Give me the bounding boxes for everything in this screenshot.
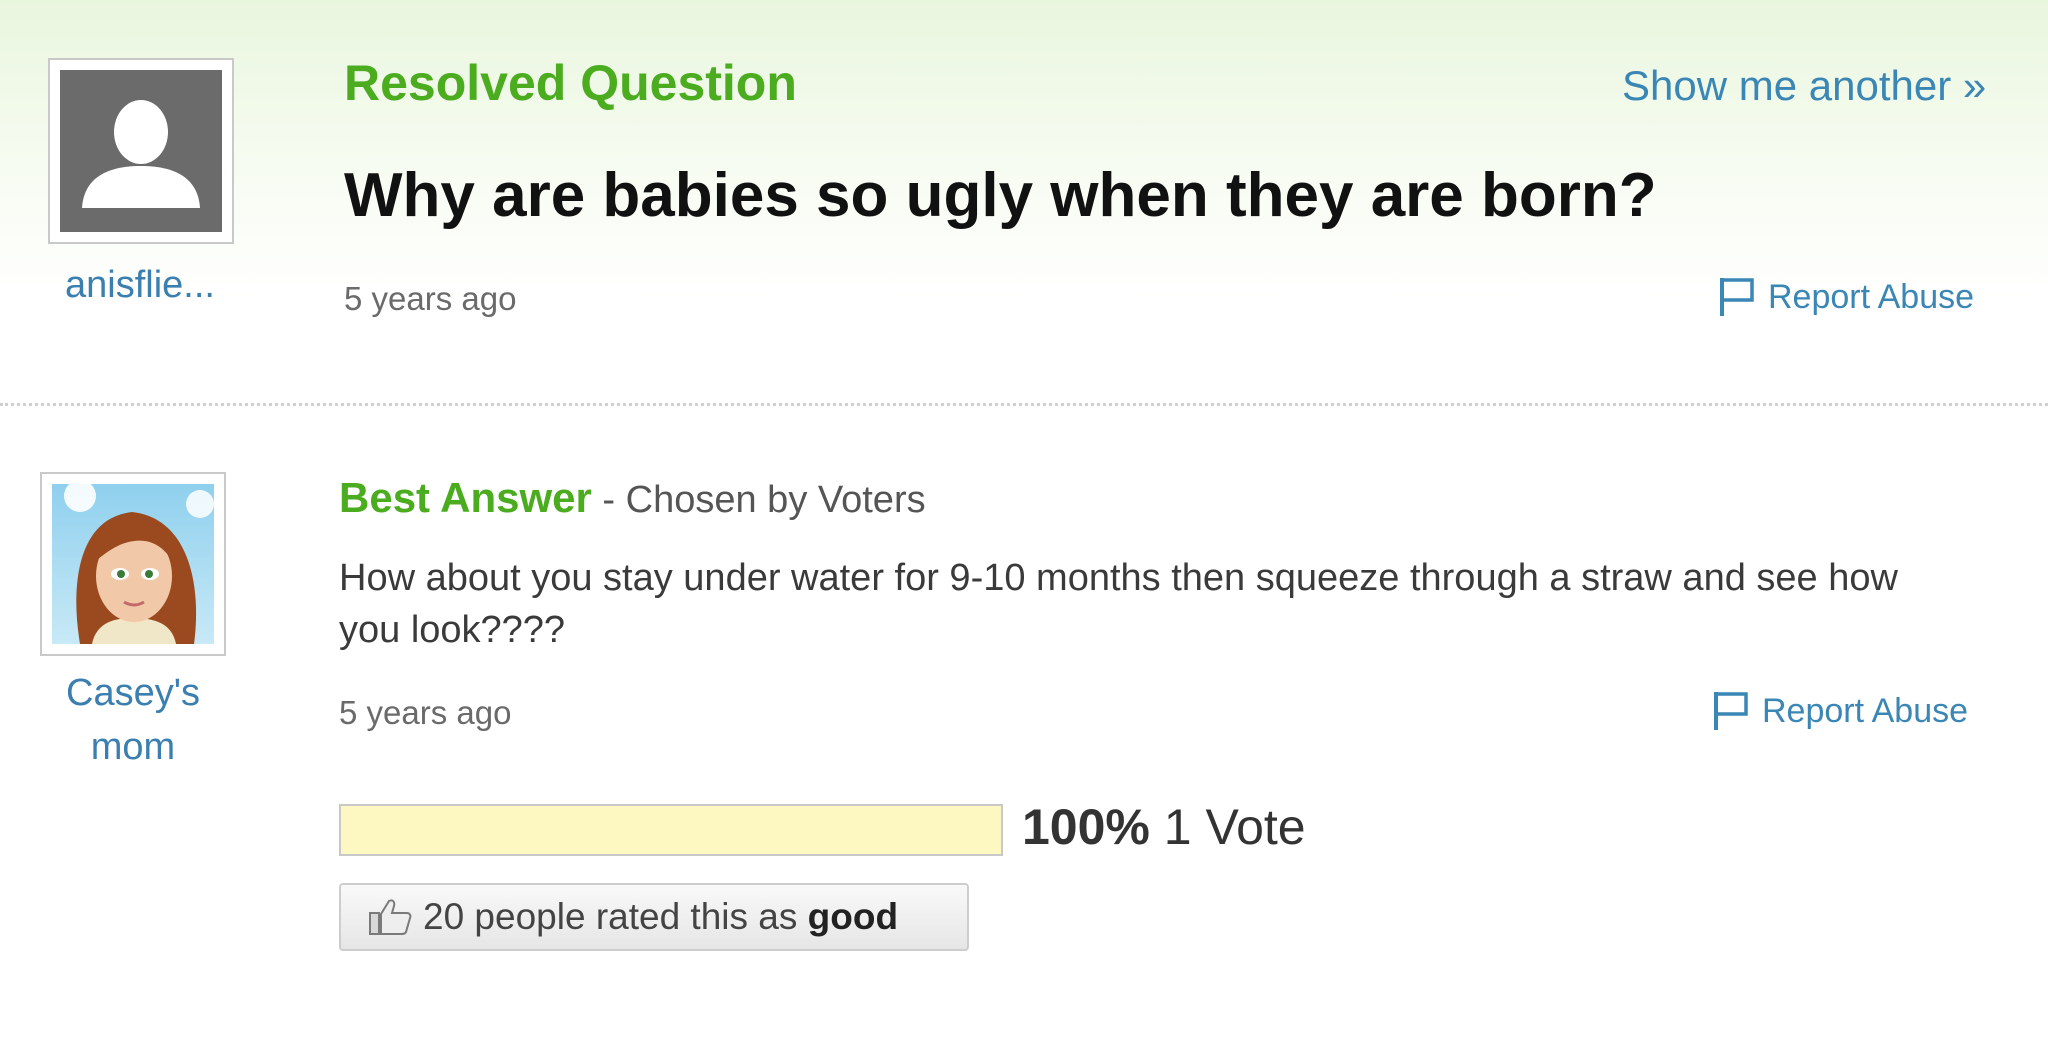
vote-count: 1 Vote — [1149, 799, 1306, 855]
answerer-name[interactable]: Casey's mom — [48, 666, 218, 774]
answerer-avatar[interactable] — [40, 472, 226, 656]
user-silhouette-icon — [82, 100, 200, 208]
best-answer-heading: Best Answer - Chosen by Voters — [339, 474, 926, 522]
question-time: 5 years ago — [344, 280, 517, 317]
rating-emphasis: good — [807, 896, 899, 937]
rating-button[interactable]: 20 people rated this as good — [339, 883, 969, 951]
best-answer-label: Best Answer — [339, 474, 592, 521]
question-title: Why are babies so ugly when they are bor… — [344, 161, 1657, 230]
answer-time: 5 years ago — [339, 694, 512, 731]
answer-report-label[interactable]: Report Abuse — [1762, 692, 1968, 731]
flag-icon — [1720, 278, 1754, 316]
asker-avatar[interactable] — [48, 58, 234, 244]
thumbs-up-icon — [369, 899, 412, 935]
answer-text: How about you stay under water for 9-10 … — [339, 557, 1898, 651]
rating-text: 20 people rated this as good — [423, 896, 899, 937]
question-report-abuse[interactable]: Report Abuse — [1718, 276, 1974, 318]
show-another-link[interactable]: Show me another » — [1622, 62, 1986, 110]
chosen-by-label: - Chosen by Voters — [591, 479, 926, 521]
vote-percentage-bar — [339, 804, 1003, 856]
question-report-label[interactable]: Report Abuse — [1768, 278, 1974, 317]
vote-summary: 100% 1 Vote — [1022, 798, 1306, 856]
vote-percent: 100% — [1022, 799, 1150, 855]
resolved-question-label: Resolved Question — [344, 55, 797, 111]
asker-name[interactable]: anisflie... — [30, 258, 250, 312]
answer-report-abuse[interactable]: Report Abuse — [1712, 690, 1968, 732]
flag-icon — [1714, 692, 1748, 730]
answerer-cartoon-portrait — [64, 484, 214, 644]
section-divider — [0, 403, 2048, 406]
vote-bar-fill — [341, 806, 1001, 854]
